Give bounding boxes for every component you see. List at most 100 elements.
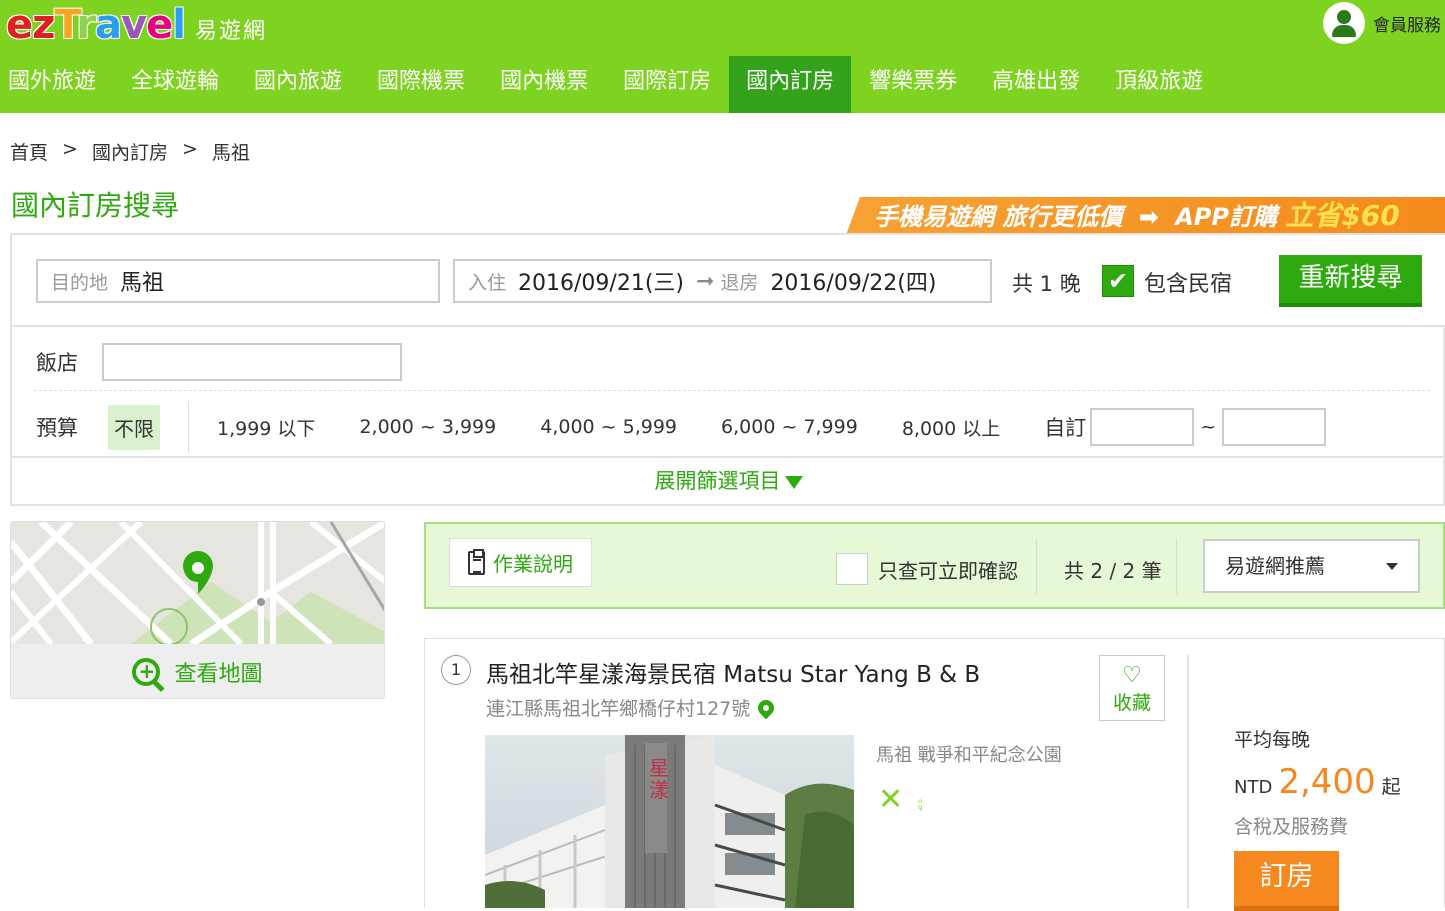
nav-item-intl-hotels[interactable]: 國際訂房 <box>615 56 728 113</box>
nav-item-domestic-hotels[interactable]: 國內訂房 <box>729 56 852 113</box>
favorite-label: 收藏 <box>1112 692 1151 714</box>
user-icon <box>1323 2 1365 44</box>
checkout-label: 退房 <box>720 271 759 294</box>
price-amount: 2,400 <box>1278 762 1376 802</box>
budget-option[interactable]: 2,000 ~ 3,999 <box>359 416 496 438</box>
expand-filters-button[interactable]: 展開篩選項目 <box>12 456 1445 506</box>
result-count: 共 2 / 2 筆 <box>1064 559 1162 583</box>
nav-item-domestic-flights[interactable]: 國內機票 <box>492 56 605 113</box>
map-thumbnail[interactable] <box>11 522 384 644</box>
view-map-button[interactable]: + 查看地圖 <box>11 644 384 698</box>
eztravel-logo[interactable]: ezTravel 易遊網 <box>6 2 267 50</box>
logo-chinese-name: 易遊網 <box>194 19 267 44</box>
price-box: 平均每晚 NTD 2,400 起 含稅及服務費 訂房 <box>1234 725 1401 911</box>
destination-label: 目的地 <box>51 271 109 294</box>
breadcrumb-domestic-hotels[interactable]: 國內訂房 <box>92 138 168 165</box>
hotel-building-image: 星 漾 <box>485 735 854 908</box>
hotel-photo[interactable]: 星 漾 <box>485 735 854 908</box>
map-preview-card[interactable]: + 查看地圖 <box>10 521 385 699</box>
nearby-landmark: 馬祖 戰爭和平紀念公園 <box>876 745 1062 766</box>
checkout-value: 2016/09/22(四) <box>770 271 937 296</box>
clipboard-icon <box>468 548 485 575</box>
budget-filter-row: 預算 不限 1,999 以下 2,000 ~ 3,999 4,000 ~ 5,9… <box>36 401 1327 453</box>
tax-note: 含稅及服務費 <box>1234 816 1349 838</box>
chevron-down-icon <box>1386 563 1398 570</box>
nav-item-tickets[interactable]: 響樂票券 <box>861 56 974 113</box>
divider <box>1187 655 1189 908</box>
result-index: 1 <box>441 655 471 685</box>
app-promo-banner[interactable]: 手機易遊網 旅行更低價 ➡ APP訂購 立省$60 <box>846 197 1445 235</box>
budget-max-input[interactable] <box>1222 408 1327 446</box>
checkmark-icon: ✔ <box>1107 267 1129 295</box>
date-range-field[interactable]: 入住 2016/09/21(三) ➞ 退房 2016/09/22(四) <box>453 259 992 303</box>
search-panel: 目的地 馬祖 入住 2016/09/21(三) ➞ 退房 2016/09/22(… <box>10 233 1445 506</box>
nights-count: 共 1 晚 <box>1012 272 1081 296</box>
instant-confirm-checkbox[interactable] <box>836 553 868 585</box>
nav-item-cruises[interactable]: 全球遊輪 <box>123 56 236 113</box>
hotel-filter-row: 飯店 <box>36 343 402 381</box>
budget-option[interactable]: 6,000 ~ 7,999 <box>721 416 858 438</box>
include-bnb-checkbox[interactable]: ✔ <box>1102 265 1134 297</box>
hotel-result-card: 1 馬祖北竿星漾海景民宿 Matsu Star Yang B & B 連江縣馬祖… <box>424 638 1445 911</box>
breadcrumb-separator: > <box>62 138 78 160</box>
book-button[interactable]: 訂房 <box>1234 851 1339 911</box>
map-pin-icon[interactable] <box>754 696 778 719</box>
search-again-button[interactable]: 重新搜尋 <box>1279 255 1422 307</box>
top-header: ezTravel 易遊網 會員服務 國外旅遊 全球遊輪 國內旅遊 國際機票 國內… <box>0 0 1445 113</box>
promo-text: 手機易遊網 旅行更低價 <box>874 203 1123 231</box>
nav-item-luxury[interactable]: 頂級旅遊 <box>1107 56 1220 113</box>
member-service-label: 會員服務 <box>1373 15 1441 36</box>
breadcrumb: 首頁 > 國內訂房 > 馬祖 <box>10 138 250 165</box>
map-graphic <box>11 522 384 644</box>
divider <box>1176 538 1177 594</box>
price-suffix: 起 <box>1381 776 1401 798</box>
hotel-filter-label: 飯店 <box>36 351 78 375</box>
amenity-icons: ✕ ⨾ <box>878 782 923 817</box>
main-nav: 國外旅遊 全球遊輪 國內旅遊 國際機票 國內機票 國際訂房 國內訂房 響樂票券 … <box>0 56 1230 113</box>
budget-option[interactable]: 8,000 以上 <box>902 414 1000 441</box>
heart-icon: ♡ <box>1122 663 1142 688</box>
price-caption: 平均每晚 <box>1234 729 1311 751</box>
favorite-button[interactable]: ♡ 收藏 <box>1099 655 1165 721</box>
operation-guide-label: 作業說明 <box>493 552 573 576</box>
search-row: 目的地 馬祖 入住 2016/09/21(三) ➞ 退房 2016/09/22(… <box>12 235 1445 327</box>
promo-app-text: APP訂購 <box>1175 203 1277 231</box>
checkin-value: 2016/09/21(三) <box>518 271 684 296</box>
hotel-address: 連江縣馬祖北竿鄉橋仔村127號 <box>486 694 778 721</box>
breadcrumb-matsu[interactable]: 馬祖 <box>212 138 250 165</box>
instant-confirm-label: 只查可立即確認 <box>878 559 1018 583</box>
destination-field[interactable]: 目的地 馬祖 <box>36 259 440 303</box>
sort-selected-value: 易遊網推薦 <box>1225 554 1325 578</box>
svg-text:漾: 漾 <box>649 778 669 802</box>
nav-item-overseas-tours[interactable]: 國外旅遊 <box>0 56 113 113</box>
divider <box>34 390 1430 391</box>
logo-wordmark: ezTravel <box>6 2 186 48</box>
hotel-name-input[interactable] <box>102 343 402 381</box>
divider <box>188 401 189 453</box>
hotel-name-link[interactable]: 馬祖北竿星漾海景民宿 Matsu Star Yang B & B <box>486 655 980 689</box>
operation-guide-button[interactable]: 作業說明 <box>449 538 592 587</box>
wifi-icon: ⨾ <box>917 782 924 817</box>
nav-item-domestic-tours[interactable]: 國內旅遊 <box>246 56 359 113</box>
nav-item-intl-flights[interactable]: 國際機票 <box>369 56 482 113</box>
view-map-label: 查看地圖 <box>174 662 263 687</box>
sort-select[interactable]: 易遊網推薦 <box>1203 539 1420 593</box>
budget-option-unlimited[interactable]: 不限 <box>108 404 160 450</box>
triangle-down-icon <box>784 475 803 489</box>
nav-item-kaohsiung[interactable]: 高雄出發 <box>984 56 1097 113</box>
checkin-label: 入住 <box>468 271 507 294</box>
breadcrumb-home[interactable]: 首頁 <box>10 138 48 165</box>
results-toolbar: 作業說明 只查可立即確認 共 2 / 2 筆 易遊網推薦 <box>424 522 1445 609</box>
arrow-right-icon: ➡ <box>1138 203 1159 231</box>
budget-option[interactable]: 4,000 ~ 5,999 <box>540 416 677 438</box>
divider <box>1036 538 1037 594</box>
zoom-in-icon: + <box>132 658 161 686</box>
include-bnb-label: 包含民宿 <box>1144 272 1233 297</box>
destination-value: 馬祖 <box>120 271 165 296</box>
dining-icon: ✕ <box>878 782 904 817</box>
budget-option[interactable]: 1,999 以下 <box>217 414 315 441</box>
budget-min-input[interactable] <box>1090 408 1195 446</box>
hotel-address-text: 連江縣馬祖北竿鄉橋仔村127號 <box>486 698 751 720</box>
member-service-link[interactable]: 會員服務 <box>1323 2 1441 44</box>
budget-custom-label: 自訂 <box>1044 416 1087 440</box>
